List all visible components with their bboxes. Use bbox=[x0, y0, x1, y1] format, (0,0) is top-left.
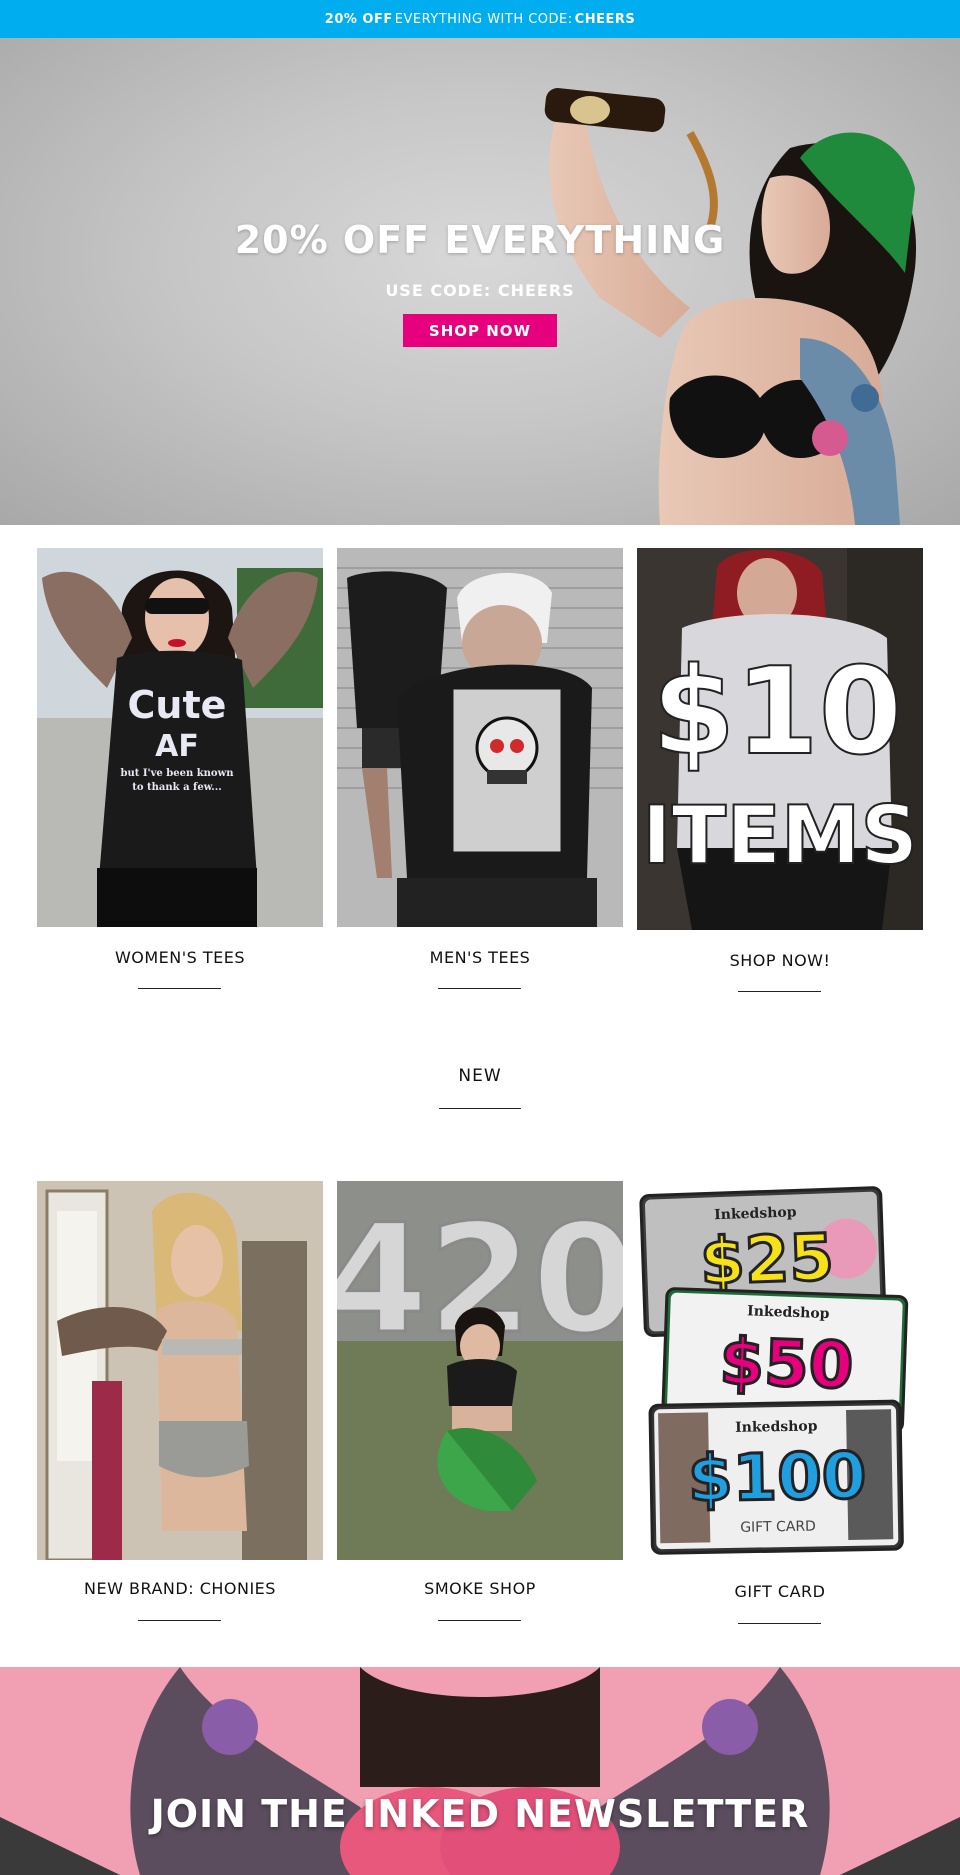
tile-smoke-shop[interactable]: 420 SMOKE SHOP bbox=[337, 1181, 623, 1625]
label-underline bbox=[438, 988, 521, 989]
shirt-text-small-2: to thank a few... bbox=[132, 782, 222, 793]
tile-new-brand-chonies[interactable]: NEW BRAND: CHONIES bbox=[37, 1181, 323, 1625]
card-amount-100: $100 bbox=[688, 1440, 867, 1517]
promo-code: CHEERS bbox=[574, 11, 636, 27]
gift-card-stack: Inkedshop $25 Inkedshop $50 Inkedshop $1… bbox=[637, 1181, 923, 1563]
label-underline bbox=[138, 1620, 221, 1621]
card-brand-100: Inkedshop bbox=[735, 1418, 818, 1435]
gift-card-image[interactable]: Inkedshop $25 Inkedshop $50 Inkedshop $1… bbox=[637, 1181, 923, 1563]
announcement-bar[interactable]: 20% OFF EVERYTHING WITH CODE: CHEERS bbox=[0, 0, 960, 38]
mens-tees-photo bbox=[337, 548, 623, 927]
section-underline bbox=[439, 1108, 521, 1109]
card-caption: GIFT CARD bbox=[740, 1519, 816, 1536]
tile-gift-card[interactable]: Inkedshop $25 Inkedshop $50 Inkedshop $1… bbox=[637, 1181, 923, 1627]
card-amount-25: $25 bbox=[699, 1221, 835, 1300]
label-underline bbox=[738, 991, 821, 992]
womens-tees-photo: Cute AF but I've been known to thank a f… bbox=[37, 548, 323, 927]
shirt-text-af: AF bbox=[155, 729, 199, 764]
card-brand-25: Inkedshop bbox=[714, 1204, 797, 1223]
womens-tees-image[interactable]: Cute AF but I've been known to thank a f… bbox=[37, 548, 323, 927]
shop-now-button[interactable]: SHOP NOW bbox=[403, 314, 557, 347]
promo-text: EVERYTHING WITH CODE: bbox=[394, 11, 573, 27]
newsletter-banner[interactable] bbox=[0, 1667, 960, 1875]
items-text: ITEMS bbox=[642, 789, 918, 882]
tile-label-gift-card[interactable]: GIFT CARD bbox=[637, 1582, 923, 1601]
card-brand-50: Inkedshop bbox=[747, 1303, 830, 1322]
chonies-photo bbox=[37, 1181, 323, 1560]
hero-content: 20% OFF EVERYTHING USE CODE: CHEERS SHOP… bbox=[0, 38, 960, 525]
label-underline bbox=[438, 1620, 521, 1621]
newsletter-title: JOIN THE INKED NEWSLETTER bbox=[150, 1792, 810, 1836]
smoke-shop-image[interactable]: 420 bbox=[337, 1181, 623, 1560]
ten-dollar-text: $10 bbox=[652, 643, 903, 782]
tile-mens-tees[interactable]: MEN'S TEES bbox=[337, 548, 623, 992]
promo-prefix: 20% OFF bbox=[324, 11, 393, 27]
hero-banner[interactable]: 20% OFF EVERYTHING USE CODE: CHEERS SHOP… bbox=[0, 38, 960, 525]
tile-10-dollar-items[interactable]: $10 ITEMS SHOP NOW! bbox=[637, 548, 923, 992]
tile-label-smoke-shop[interactable]: SMOKE SHOP bbox=[337, 1579, 623, 1598]
card-amount-50: $50 bbox=[718, 1325, 854, 1404]
hero-title: 20% OFF EVERYTHING bbox=[234, 218, 726, 262]
newsletter-photo bbox=[0, 1667, 960, 1875]
mens-tees-image[interactable] bbox=[337, 548, 623, 927]
shirt-text-cute: Cute bbox=[128, 683, 227, 727]
tile-label-chonies[interactable]: NEW BRAND: CHONIES bbox=[37, 1579, 323, 1598]
tile-label-shop-now[interactable]: SHOP NOW! bbox=[637, 951, 923, 970]
tile-label-mens-tees[interactable]: MEN'S TEES bbox=[337, 948, 623, 967]
shirt-text-small-1: but I've been known bbox=[121, 768, 235, 779]
label-underline bbox=[738, 1623, 821, 1624]
chonies-image[interactable] bbox=[37, 1181, 323, 1560]
tile-label-womens-tees[interactable]: WOMEN'S TEES bbox=[37, 948, 323, 967]
hero-subtitle: USE CODE: CHEERS bbox=[385, 281, 575, 300]
ten-dollar-items-image[interactable]: $10 ITEMS bbox=[637, 548, 923, 930]
ten-dollar-items-photo: $10 ITEMS bbox=[637, 548, 923, 930]
section-title-new: NEW bbox=[458, 1066, 502, 1086]
tile-womens-tees[interactable]: Cute AF but I've been known to thank a f… bbox=[37, 548, 323, 992]
label-underline bbox=[138, 988, 221, 989]
smoke-shop-photo: 420 bbox=[337, 1181, 623, 1560]
